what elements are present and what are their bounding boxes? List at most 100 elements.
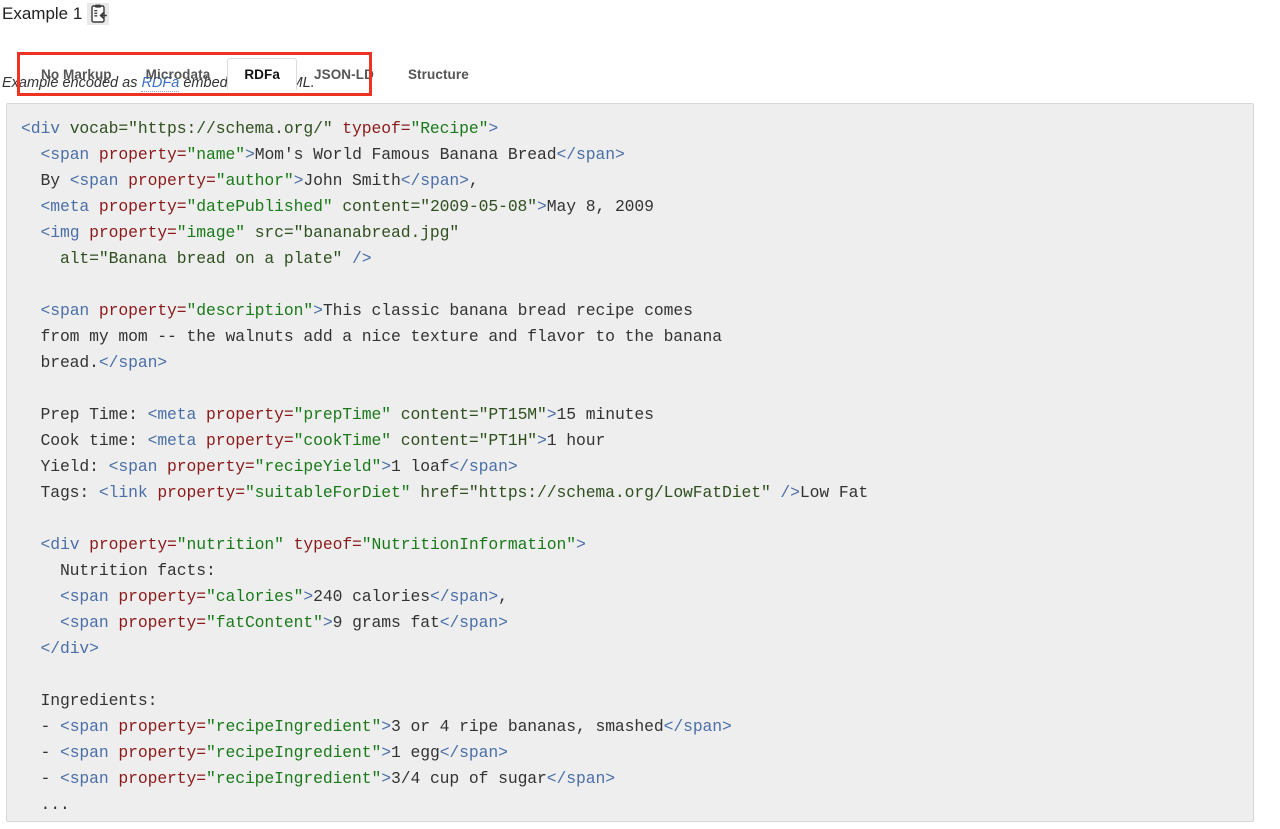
code-token-plain: May 8, 2009 — [547, 197, 654, 216]
code-token-tag: > — [547, 405, 557, 424]
tab-label: JSON-LD — [314, 67, 374, 82]
code-token-dark: href="https://schema.org/LowFatDiet" — [410, 483, 780, 502]
code-token-tag: /> — [780, 483, 799, 502]
code-token-dark: alt="Banana bread on a plate" — [21, 249, 352, 268]
code-token-plain: 240 calories — [313, 587, 430, 606]
code-token-plain: , — [469, 171, 479, 190]
code-token-tag: > — [245, 145, 255, 164]
tab-label: Microdata — [146, 67, 211, 82]
tab-no-markup[interactable]: No Markup — [24, 58, 129, 90]
code-token-attr: property= — [118, 717, 206, 736]
code-token-val: "calories" — [206, 587, 303, 606]
code-token-plain: Nutrition facts: — [21, 561, 216, 580]
code-token-plain: bread. — [21, 353, 99, 372]
code-token-tag: > — [381, 743, 391, 762]
code-token-tag: </span> — [430, 587, 498, 606]
code-token-plain: Cook time: — [21, 431, 148, 450]
code-line: <meta property="datePublished" content="… — [21, 197, 654, 216]
code-token-attr: property= — [89, 535, 177, 554]
code-token-tag: </span> — [401, 171, 469, 190]
code-token-plain: 1 hour — [547, 431, 605, 450]
code-token-tag: <img — [40, 223, 89, 242]
code-token-tag: <span — [60, 743, 118, 762]
code-example-panel[interactable]: <div vocab="https://schema.org/" typeof=… — [6, 103, 1254, 822]
code-token-attr: property= — [118, 613, 206, 632]
code-token-tag: <meta — [148, 431, 206, 450]
code-line: Prep Time: <meta property="prepTime" con… — [21, 405, 654, 424]
code-line: Cook time: <meta property="cookTime" con… — [21, 431, 605, 450]
tab-rdfa[interactable]: RDFa — [227, 58, 297, 90]
code-token-tag: </span> — [440, 613, 508, 632]
code-token-attr: property= — [99, 301, 187, 320]
code-line: By <span property="author">John Smith</s… — [21, 171, 479, 190]
code-token-plain: 9 grams fat — [333, 613, 440, 632]
code-token-plain: 3/4 cup of sugar — [391, 769, 547, 788]
code-token-val: "recipeIngredient" — [206, 717, 381, 736]
tab-label: No Markup — [41, 67, 112, 82]
code-token-tag: <div — [21, 119, 70, 138]
code-line: alt="Banana bread on a plate" /> — [21, 249, 372, 268]
code-token-tag: > — [381, 769, 391, 788]
code-token-plain — [21, 613, 60, 632]
code-line: <img property="image" src="bananabread.j… — [21, 223, 459, 242]
code-token-tag: <span — [40, 301, 98, 320]
code-token-tag: </span> — [99, 353, 167, 372]
code-token-val: "description" — [187, 301, 314, 320]
code-token-val: "NutritionInformation" — [362, 535, 576, 554]
code-token-attr: property= — [89, 223, 177, 242]
code-token-attr: property= — [118, 769, 206, 788]
code-token-attr: property= — [118, 587, 206, 606]
code-token-tag: <span — [109, 457, 167, 476]
code-token-plain — [21, 639, 40, 658]
tab-structure[interactable]: Structure — [391, 58, 486, 90]
code-line: from my mom -- the walnuts add a nice te… — [21, 327, 722, 346]
code-token-plain: from my mom -- the walnuts add a nice te… — [21, 327, 722, 346]
code-line: bread.</span> — [21, 353, 167, 372]
code-token-attr: property= — [118, 743, 206, 762]
code-token-tag: <link — [99, 483, 157, 502]
code-token-plain: John Smith — [303, 171, 400, 190]
code-token-val: "fatContent" — [206, 613, 323, 632]
code-token-attr: property= — [128, 171, 216, 190]
code-line: ... — [21, 795, 70, 814]
code-token-tag: <div — [40, 535, 89, 554]
code-token-tag: </span> — [547, 769, 615, 788]
code-line: - <span property="recipeIngredient">3/4 … — [21, 769, 615, 788]
code-token-val: "name" — [187, 145, 245, 164]
code-token-tag: > — [381, 717, 391, 736]
code-token-plain: Ingredients: — [21, 691, 157, 710]
code-line: <div vocab="https://schema.org/" typeof=… — [21, 119, 498, 138]
code-token-plain: This classic banana bread recipe comes — [323, 301, 693, 320]
code-token-plain: 1 egg — [391, 743, 440, 762]
code-token-val: "image" — [177, 223, 245, 242]
code-token-tag: > — [537, 431, 547, 450]
code-token-plain: - — [21, 769, 60, 788]
tab-json-ld[interactable]: JSON-LD — [297, 58, 391, 90]
example-header: Example 1 — [0, 0, 1280, 26]
code-token-plain: Yield: — [21, 457, 109, 476]
code-token-tag: /> — [352, 249, 371, 268]
tab-microdata[interactable]: Microdata — [129, 58, 228, 90]
code-token-attr: property= — [167, 457, 255, 476]
code-token-tag: </div> — [40, 639, 98, 658]
code-source-text: <div vocab="https://schema.org/" typeof=… — [21, 116, 1243, 818]
code-line: <span property="calories">240 calories</… — [21, 587, 508, 606]
code-token-dark: content="PT1H" — [391, 431, 537, 450]
code-token-plain: , — [498, 587, 508, 606]
code-token-dark: content="2009-05-08" — [333, 197, 537, 216]
code-token-attr: property= — [157, 483, 245, 502]
code-token-plain: 1 loaf — [391, 457, 449, 476]
code-token-tag: </span> — [664, 717, 732, 736]
code-token-tag: > — [488, 119, 498, 138]
code-token-plain: Low Fat — [800, 483, 868, 502]
code-token-plain — [21, 301, 40, 320]
code-token-plain: Tags: — [21, 483, 99, 502]
code-token-val: "recipeIngredient" — [206, 769, 381, 788]
clipboard-copy-icon[interactable] — [87, 3, 109, 25]
code-token-val: "prepTime" — [294, 405, 391, 424]
code-token-tag: <span — [60, 587, 118, 606]
code-token-plain: - — [21, 743, 60, 762]
tab-bar: No Markup Microdata RDFa JSON-LD Structu… — [24, 58, 486, 90]
code-token-plain — [21, 223, 40, 242]
code-line: Yield: <span property="recipeYield">1 lo… — [21, 457, 518, 476]
